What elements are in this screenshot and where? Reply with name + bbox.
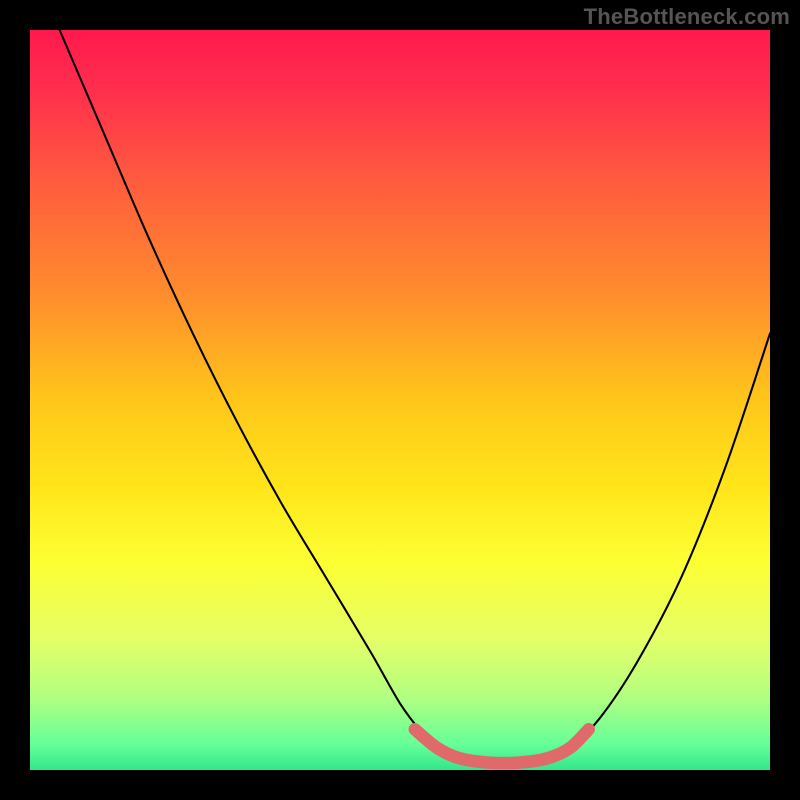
chart-frame: TheBottleneck.com (0, 0, 800, 800)
curve-layer (30, 30, 770, 770)
bottleneck-curve (60, 30, 770, 763)
plot-area (30, 30, 770, 770)
trough-highlight (415, 729, 589, 763)
watermark-text: TheBottleneck.com (584, 4, 790, 30)
